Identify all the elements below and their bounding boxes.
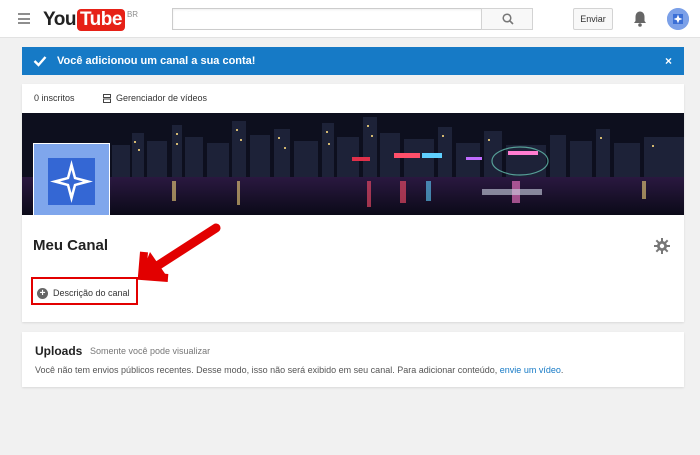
city-skyline-image: [22, 113, 684, 215]
search-icon: [502, 13, 514, 25]
uploads-empty-message: Você não tem envios públicos recentes. D…: [35, 365, 563, 375]
uploads-section: Uploads Somente você pode visualizar Voc…: [22, 332, 684, 387]
gear-icon[interactable]: [654, 238, 670, 254]
account-avatar[interactable]: [667, 8, 689, 30]
success-notification: Você adicionou um canal a sua conta! ×: [22, 47, 684, 75]
channel-description-label: Descrição do canal: [53, 288, 130, 298]
subscriber-count: 0 inscritos: [34, 93, 75, 103]
notification-message: Você adicionou um canal a sua conta!: [57, 55, 256, 67]
uploads-trailing: .: [560, 365, 564, 375]
video-manager-icon: [103, 93, 111, 103]
uploads-title: Uploads: [35, 344, 83, 358]
search-input[interactable]: [172, 8, 482, 30]
video-manager-link[interactable]: Gerenciador de vídeos: [103, 93, 207, 103]
uploads-empty-text: Você não tem envios públicos recentes. D…: [35, 365, 498, 375]
channel-description-button[interactable]: + Descrição do canal: [37, 284, 130, 302]
youtube-logo[interactable]: You Tube BR: [43, 9, 138, 31]
channel-header-card: 0 inscritos Gerenciador de vídeos Meu Ca…: [22, 84, 684, 322]
upload-video-link[interactable]: envie um vídeo: [500, 365, 561, 375]
hamburger-icon[interactable]: [18, 13, 30, 24]
bell-icon[interactable]: [632, 10, 648, 28]
logo-region: BR: [126, 10, 139, 19]
channel-avatar[interactable]: [33, 143, 110, 215]
channel-title: Meu Canal: [33, 237, 109, 254]
masthead: You Tube BR Enviar: [0, 0, 700, 38]
search-button[interactable]: [481, 8, 533, 30]
uploads-visibility: Somente você pode visualizar: [90, 346, 211, 356]
check-icon: [33, 56, 47, 67]
video-manager-label: Gerenciador de vídeos: [116, 93, 208, 103]
annotation-arrow-icon: [138, 223, 221, 282]
logo-you-text: You: [43, 9, 76, 30]
plus-circle-icon: +: [37, 287, 48, 299]
upload-button[interactable]: Enviar: [573, 8, 613, 30]
avatar-star-icon: [34, 144, 109, 215]
logo-tube-text: Tube: [76, 9, 125, 31]
channel-banner-image: [22, 113, 684, 215]
close-icon[interactable]: ×: [665, 54, 672, 68]
avatar-star-icon: [667, 8, 689, 30]
